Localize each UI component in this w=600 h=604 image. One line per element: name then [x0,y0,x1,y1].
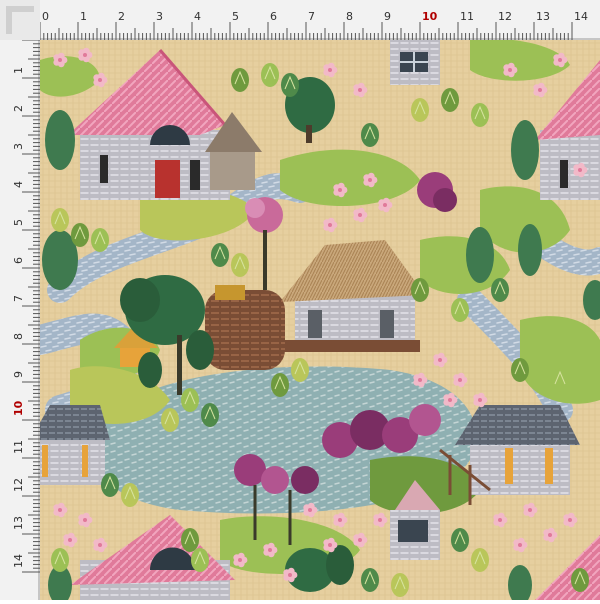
ruler-top-label: 0 [42,10,49,23]
embroidered-village-pattern [40,40,600,600]
ruler-left-label: 6 [12,257,25,264]
embroidery-artwork [40,40,600,600]
ruler-left-label: 13 [12,516,25,530]
house-dark-roof-bottom-left [40,405,110,485]
ruler-top-label: 5 [232,10,239,23]
fabric-preview: 0 1 2 3 4 5 6 7 8 9 10 11 12 13 14 1 2 3 4 5 6 7 8 9 10 11 12 13 14 [0,0,600,600]
ruler-left-scale: 1234567891011121314 [0,39,40,600]
ruler-top-label: 10 [422,10,438,23]
ruler-top-label: 2 [118,10,125,23]
ruler-top-label: 7 [308,10,315,23]
ruler-top-label: 9 [384,10,391,23]
ruler-left-label: 10 [12,400,25,416]
ruler-corner [0,0,40,40]
ruler-left-label: 1 [12,67,25,74]
ruler-top-label: 11 [460,10,474,23]
ruler-left-label: 8 [12,333,25,340]
ruler-left: 1 2 3 4 5 6 7 8 9 10 11 12 13 14 [0,39,40,600]
ruler-left-label: 9 [12,371,25,378]
ruler-top-label: 4 [194,10,201,23]
ruler-left-label: 4 [12,181,25,188]
ruler-top-label: 3 [156,10,163,23]
ruler-left-label: 3 [12,143,25,150]
ruler-top-label: 12 [498,10,512,23]
ruler-top-label: 6 [270,10,277,23]
ruler-top: 0 1 2 3 4 5 6 7 8 9 10 11 12 13 14 [39,0,600,40]
ruler-top-scale: 0 1 2 3 4 5 6 7 8 9 10 11 12 13 14 [39,0,600,40]
ruler-top-label: 13 [536,10,550,23]
ruler-top-label: 14 [574,10,588,23]
ruler-left-label: 5 [12,219,25,226]
ruler-top-label: 8 [346,10,353,23]
ruler-left-label: 11 [12,440,25,454]
ruler-top-label: 1 [80,10,87,23]
ruler-left-label: 14 [12,554,25,568]
ruler-left-label: 2 [12,105,25,112]
ruler-left-label: 12 [12,478,25,492]
ruler-corner-icon [0,0,40,40]
ruler-left-label: 7 [12,295,25,302]
